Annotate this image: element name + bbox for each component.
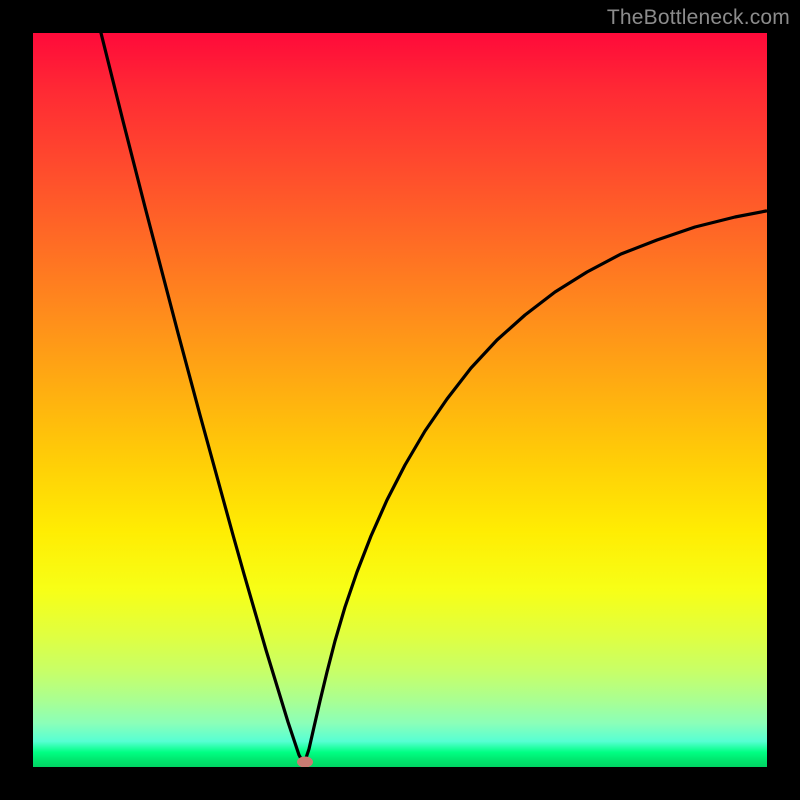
plot-area bbox=[33, 33, 767, 767]
min-point-marker bbox=[297, 757, 313, 768]
bottleneck-curve bbox=[33, 33, 767, 767]
watermark-text: TheBottleneck.com bbox=[607, 6, 790, 30]
chart-frame: TheBottleneck.com bbox=[0, 0, 800, 800]
